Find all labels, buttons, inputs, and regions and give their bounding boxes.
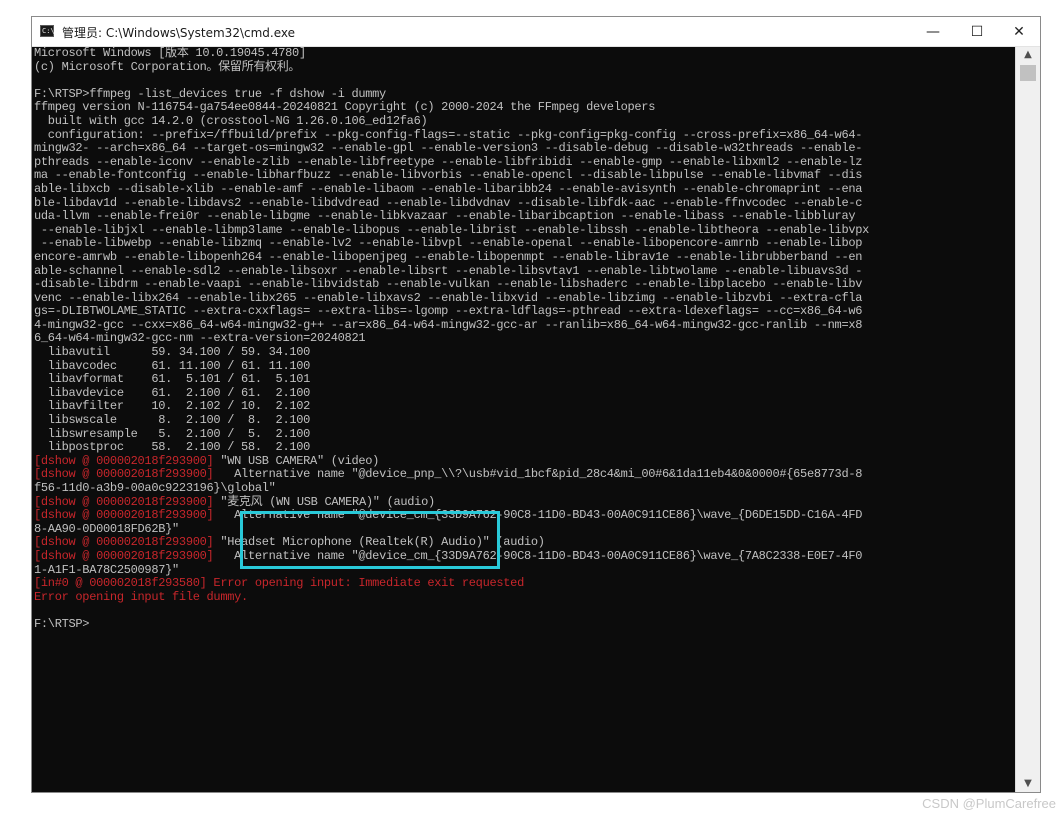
dshow-prefix: [dshow @ 000002018f293900] (34, 508, 221, 523)
console-line: able-libxcb --disable-xlib --enable-amf … (34, 181, 869, 197)
console-line-text: uda-llvm --enable-frei0r --enable-libgme… (34, 209, 856, 224)
console-line-text: -disable-libdrm --enable-vaapi --enable-… (34, 277, 863, 292)
console-line: F:\RTSP>ffmpeg -list_devices true -f dsh… (34, 86, 869, 102)
console-line: [dshow @ 000002018f293900] Alternative n… (34, 468, 869, 482)
console-line-text: libpostproc 58. 2.100 / 58. 2.100 (34, 440, 311, 455)
minimize-button[interactable]: — (912, 17, 954, 47)
console-line-text: built with gcc 14.2.0 (crosstool-NG 1.26… (34, 113, 428, 128)
window-title: 管理员: C:\Windows\System32\cmd.exe (62, 26, 295, 40)
background-left-edge (0, 16, 31, 793)
console-line: --enable-libjxl --enable-libmp3lame --en… (34, 222, 870, 238)
console-line: --enable-libwebp --enable-libzmq --enabl… (34, 237, 869, 251)
console-line-text: venc --enable-libx264 --enable-libx265 -… (34, 290, 863, 305)
console-line: [dshow @ 000002018f293900] "WN USB CAMER… (34, 453, 869, 469)
console-line-text: --enable-libjxl --enable-libmp3lame --en… (34, 222, 870, 237)
console-line-text: configuration: --prefix=/ffbuild/prefix … (34, 127, 863, 142)
console-line-text: able-libxcb --disable-xlib --enable-amf … (34, 181, 863, 196)
dshow-prefix: [dshow @ 000002018f293900] (34, 494, 221, 509)
console-line-text: libavutil 59. 34.100 / 59. 34.100 (34, 345, 311, 360)
console-line: libavdevice 61. 2.100 / 61. 2.100 (34, 385, 869, 401)
console-line-text: Error opening input file dummy. (34, 589, 248, 604)
console-line-text: encore-amrwb --enable-libopenh264 --enab… (34, 249, 863, 264)
console-line-text: able-schannel --enable-sdl2 --enable-lib… (34, 263, 863, 278)
console-line: [dshow @ 000002018f293900] "麦克风 (WN USB … (34, 494, 869, 510)
scroll-up-arrow-icon[interactable]: ▲ (1016, 47, 1040, 63)
cmd-window: C:\ 管理员: C:\Windows\System32\cmd.exe — ☐… (31, 16, 1041, 793)
console-line-text: libswscale 8. 2.100 / 8. 2.100 (34, 413, 311, 428)
console-line-text: F:\RTSP> (34, 616, 90, 631)
console-line: Microsoft Windows [版本 10.0.19045.4780] (34, 47, 869, 61)
close-button[interactable]: ✕ (998, 17, 1040, 47)
console-line: able-schannel --enable-sdl2 --enable-lib… (34, 263, 869, 279)
console-line-text: mingw32- --arch=x86_64 --target-os=mingw… (34, 141, 863, 156)
console-line-text: libavformat 61. 5.101 / 61. 5.101 (34, 372, 311, 387)
console-line: libswscale 8. 2.100 / 8. 2.100 (34, 413, 869, 428)
console-line: libavfilter 10. 2.102 / 10. 2.102 (34, 400, 869, 414)
console-line: pthreads --enable-iconv --enable-zlib --… (34, 154, 869, 170)
console-line: libavcodec 61. 11.100 / 61. 11.100 (34, 358, 869, 374)
console-line-text: "麦克风 (WN USB CAMERA)" (audio) (220, 494, 435, 509)
dshow-prefix: [dshow @ 000002018f293900] (34, 467, 221, 482)
console-error-line: [in#0 @ 000002018f293580] Error opening … (34, 576, 869, 591)
console-line-text: libavcodec 61. 11.100 / 61. 11.100 (34, 358, 311, 373)
console-line-text: ma --enable-fontconfig --enable-libharfb… (34, 168, 863, 183)
console-line: uda-llvm --enable-frei0r --enable-libgme… (34, 209, 869, 224)
console-line-text: F:\RTSP>ffmpeg -list_devices true -f dsh… (34, 86, 386, 101)
console-line: 4-mingw32-gcc --cxx=x86_64-w64-mingw32-g… (34, 317, 869, 333)
console-line: -disable-libdrm --enable-vaapi --enable-… (34, 277, 869, 292)
console-line: libavutil 59. 34.100 / 59. 34.100 (34, 345, 869, 360)
console-line-text: Microsoft Windows [版本 10.0.19045.4780] (34, 47, 306, 60)
console-line-text: f56-11d0-a3b9-00a0c9223196}\global" (34, 481, 276, 495)
console-line-text: Alternative name "@device_pnp_\\?\usb#vi… (220, 467, 863, 482)
console-line-text: 4-mingw32-gcc --cxx=x86_64-w64-mingw32-g… (34, 317, 863, 332)
console-line-text: libavfilter 10. 2.102 / 10. 2.102 (34, 399, 311, 414)
console-line: 6_64-w64-mingw32-gcc-nm --extra-version=… (34, 332, 869, 346)
console-line: configuration: --prefix=/ffbuild/prefix … (34, 127, 869, 143)
console-line-text: 6_64-w64-mingw32-gcc-nm --extra-version=… (34, 331, 366, 346)
camera-highlight-box (240, 511, 500, 569)
console-line-text: gs=-DLIBTWOLAME_STATIC --extra-cxxflags=… (34, 304, 863, 319)
console-line: f56-11d0-a3b9-00a0c9223196}\global" (34, 481, 869, 496)
console-line: ble-libdav1d --enable-libdavs2 --enable-… (34, 195, 869, 211)
watermark: CSDN @PlumCarefree (922, 796, 1056, 811)
console-line-text: libswresample 5. 2.100 / 5. 2.100 (34, 426, 311, 441)
console-line-text: 8-AA90-0D00018FD62B}" (34, 521, 179, 536)
dshow-prefix: [dshow @ 000002018f293900] (34, 535, 221, 550)
console-line: venc --enable-libx264 --enable-libx265 -… (34, 290, 869, 306)
console-line-text: libavdevice 61. 2.100 / 61. 2.100 (34, 385, 311, 400)
console-line: libavformat 61. 5.101 / 61. 5.101 (34, 372, 869, 387)
dshow-prefix: [dshow @ 000002018f293900] (34, 548, 221, 563)
console-line: F:\RTSP> (34, 616, 869, 632)
console-line: built with gcc 14.2.0 (crosstool-NG 1.26… (34, 113, 869, 129)
console-error-line: Error opening input file dummy. (34, 589, 869, 605)
cmd-app-icon[interactable]: C:\ (40, 25, 55, 37)
maximize-button[interactable]: ☐ (956, 17, 998, 47)
dshow-prefix: [dshow @ 000002018f293900] (34, 453, 221, 468)
console-line-text: (c) Microsoft Corporation。保留所有权利。 (34, 59, 301, 74)
console-line-text: 1-A1F1-BA78C2500987}" (34, 562, 179, 577)
console-output[interactable]: Microsoft Windows [版本 10.0.19045.4780] (c… (32, 47, 1015, 792)
console-line-text: [in#0 @ 000002018f293580] Error opening … (34, 576, 524, 591)
console-line: ffmpeg version N-116754-ga754ee0844-2024… (34, 101, 869, 115)
scroll-thumb[interactable] (1020, 65, 1036, 81)
console-line: encore-amrwb --enable-libopenh264 --enab… (34, 249, 869, 265)
console-line: ma --enable-fontconfig --enable-libharfb… (34, 169, 869, 183)
console-line: (c) Microsoft Corporation。保留所有权利。 (34, 59, 869, 75)
console-line-text: pthreads --enable-iconv --enable-zlib --… (34, 154, 863, 169)
console-line-text: "WN USB CAMERA" (video) (220, 453, 380, 468)
console-line: gs=-DLIBTWOLAME_STATIC --extra-cxxflags=… (34, 304, 869, 319)
console-line-text: ffmpeg version N-116754-ga754ee0844-2024… (34, 100, 656, 115)
console-line: libswresample 5. 2.100 / 5. 2.100 (34, 426, 869, 442)
console-line-text: ble-libdav1d --enable-libdavs2 --enable-… (34, 195, 863, 210)
console-line: mingw32- --arch=x86_64 --target-os=mingw… (34, 141, 869, 156)
title-bar[interactable]: C:\ 管理员: C:\Windows\System32\cmd.exe — ☐… (32, 17, 1040, 47)
vertical-scrollbar[interactable]: ▲ ▼ (1015, 47, 1040, 792)
scroll-down-arrow-icon[interactable]: ▼ (1016, 776, 1040, 792)
console-line-text: --enable-libwebp --enable-libzmq --enabl… (34, 236, 863, 251)
console-line: libpostproc 58. 2.100 / 58. 2.100 (34, 440, 869, 455)
